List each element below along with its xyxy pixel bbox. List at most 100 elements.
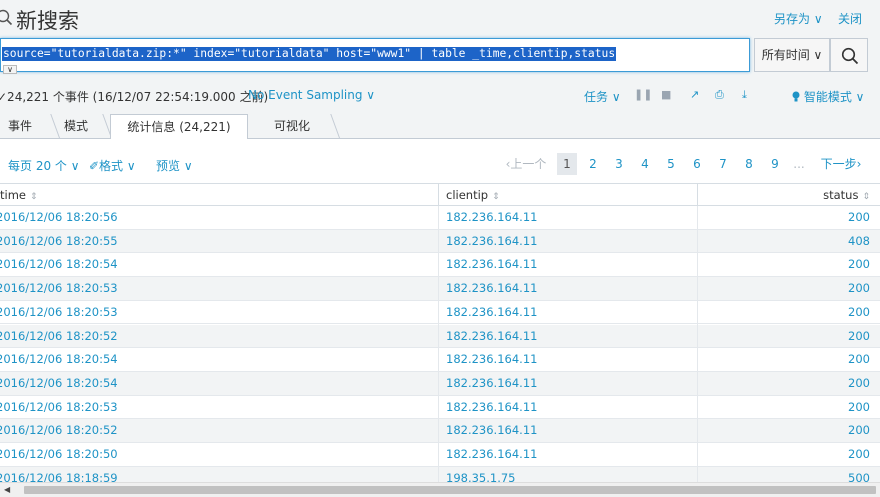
cell-divider: [697, 371, 698, 396]
cell-clientip[interactable]: 182.236.164.11: [446, 230, 537, 253]
cell-status[interactable]: 200: [848, 396, 870, 419]
page-5[interactable]: 5: [661, 153, 681, 175]
cell-clientip[interactable]: 182.236.164.11: [446, 301, 537, 324]
cell-status[interactable]: 200: [848, 372, 870, 395]
cell-time[interactable]: 2016/12/06 18:20:53: [0, 301, 118, 324]
format-dropdown[interactable]: ✐格式 ∨: [89, 157, 136, 174]
cell-time[interactable]: 2016/12/06 18:20:53: [0, 396, 118, 419]
next-page-button[interactable]: 下一步›: [815, 153, 867, 175]
expand-search-toggle[interactable]: ∨: [3, 65, 17, 74]
preview-dropdown[interactable]: 预览 ∨: [156, 157, 193, 174]
column-header-status[interactable]: status ⇕: [823, 184, 870, 206]
scrollbar-thumb[interactable]: [24, 486, 876, 494]
table-row: 2016/12/06 18:20:54 182.236.164.11 200: [0, 253, 880, 278]
cell-time[interactable]: 2016/12/06 18:20:52: [0, 419, 118, 442]
cell-status[interactable]: 408: [848, 230, 870, 253]
cell-time[interactable]: 2016/12/06 18:20:54: [0, 348, 118, 371]
event-sampling-dropdown[interactable]: No Event Sampling ∨: [248, 88, 375, 102]
cell-divider: [697, 324, 698, 349]
cell-status[interactable]: 200: [848, 206, 870, 229]
table-row: 2016/12/06 18:20:54 182.236.164.11 200: [0, 348, 880, 373]
table-row: 2016/12/06 18:20:53 182.236.164.11 200: [0, 300, 880, 325]
per-page-dropdown[interactable]: 每页 20 个 ∨: [8, 157, 80, 174]
page-3[interactable]: 3: [609, 153, 629, 175]
cell-divider: [438, 348, 439, 373]
scroll-left-icon[interactable]: ◀: [4, 485, 10, 494]
event-count: ✓24,221 个事件 (16/12/07 22:54:19.000 之前): [0, 90, 269, 104]
cell-clientip[interactable]: 182.236.164.11: [446, 372, 537, 395]
page-2[interactable]: 2: [583, 153, 603, 175]
cell-status[interactable]: 200: [848, 253, 870, 276]
cell-time[interactable]: 2016/12/06 18:20:50: [0, 443, 118, 466]
cell-divider: [438, 206, 439, 230]
cell-divider: [438, 253, 439, 278]
cell-divider: [438, 277, 439, 302]
cell-status[interactable]: 200: [848, 348, 870, 371]
sort-icon: ⇕: [862, 192, 870, 202]
cell-status[interactable]: 200: [848, 419, 870, 442]
tab-patterns[interactable]: 模式: [52, 114, 113, 140]
cell-clientip[interactable]: 182.236.164.11: [446, 206, 537, 229]
cell-status[interactable]: 200: [848, 443, 870, 466]
pagination-ellipsis: ...: [793, 157, 805, 171]
cell-clientip[interactable]: 182.236.164.11: [446, 325, 537, 348]
sort-icon: ⇕: [29, 192, 38, 202]
cell-divider: [697, 395, 698, 420]
cell-time[interactable]: 2016/12/06 18:20:52: [0, 325, 118, 348]
share-icon[interactable]: ↗: [690, 88, 699, 101]
cell-clientip[interactable]: 182.236.164.11: [446, 396, 537, 419]
cell-status[interactable]: 200: [848, 277, 870, 300]
pause-icon[interactable]: ❚❚: [634, 88, 652, 101]
cell-divider: [438, 300, 439, 325]
page-title: 新搜索: [16, 9, 79, 33]
cell-clientip[interactable]: 182.236.164.11: [446, 348, 537, 371]
horizontal-scrollbar[interactable]: ◀: [0, 482, 880, 497]
cell-divider: [438, 371, 439, 396]
search-mode-dropdown[interactable]: 智能模式 ∨: [792, 88, 864, 105]
search-mode-label: 智能模式 ∨: [803, 90, 865, 104]
page-8[interactable]: 8: [739, 153, 759, 175]
tab-patterns-label: 模式: [63, 119, 88, 133]
prev-page-button[interactable]: ‹上一个: [504, 153, 548, 175]
column-header-time[interactable]: time ⇕: [0, 184, 38, 206]
time-range-picker[interactable]: 所有时间 ∨: [754, 38, 830, 72]
print-icon[interactable]: ⎙: [715, 88, 724, 102]
cell-time[interactable]: 2016/12/06 18:20:56: [0, 206, 118, 229]
cell-divider: [438, 443, 439, 467]
page-7[interactable]: 7: [713, 153, 733, 175]
cell-time[interactable]: 2016/12/06 18:20:53: [0, 277, 118, 300]
column-status-label: status: [823, 188, 859, 202]
tab-statistics[interactable]: 统计信息 (24,221): [110, 114, 248, 140]
search-button[interactable]: [830, 38, 868, 72]
stop-icon[interactable]: ■: [661, 88, 671, 101]
cell-clientip[interactable]: 182.236.164.11: [446, 419, 537, 442]
job-menu[interactable]: 任务 ∨: [584, 88, 621, 105]
page-4[interactable]: 4: [635, 153, 655, 175]
cell-time[interactable]: 2016/12/06 18:20:54: [0, 253, 118, 276]
table-row: 2016/12/06 18:20:53 182.236.164.11 200: [0, 395, 880, 420]
cell-clientip[interactable]: 182.236.164.11: [446, 277, 537, 300]
export-icon[interactable]: ⤓: [742, 88, 747, 102]
page-9[interactable]: 9: [765, 153, 785, 175]
close-button[interactable]: 关闭: [838, 10, 862, 27]
cell-clientip[interactable]: 182.236.164.11: [446, 443, 537, 466]
cell-time[interactable]: 2016/12/06 18:20:54: [0, 372, 118, 395]
save-as-menu[interactable]: 另存为 ∨: [774, 10, 823, 27]
cell-divider: [697, 300, 698, 325]
tab-events[interactable]: 事件: [0, 114, 61, 140]
cell-clientip[interactable]: 182.236.164.11: [446, 253, 537, 276]
cell-time[interactable]: 2016/12/06 18:20:55: [0, 230, 118, 253]
tab-visualization[interactable]: 可视化: [256, 114, 341, 140]
tab-events-label: 事件: [7, 119, 32, 133]
search-query-text[interactable]: source="tutorialdata.zip:*" index="tutor…: [2, 47, 617, 61]
page-6[interactable]: 6: [687, 153, 707, 175]
cell-status[interactable]: 200: [848, 301, 870, 324]
table-row: 2016/12/06 18:20:52 182.236.164.11 200: [0, 419, 880, 444]
cell-status[interactable]: 200: [848, 325, 870, 348]
page-1[interactable]: 1: [557, 153, 577, 175]
magnifier-icon: [841, 47, 859, 65]
search-input[interactable]: source="tutorialdata.zip:*" index="tutor…: [0, 38, 750, 74]
table-row: 2016/12/06 18:20:55 182.236.164.11 408: [0, 229, 880, 254]
column-header-clientip[interactable]: clientip ⇕: [446, 184, 500, 206]
cell-divider: [697, 253, 698, 278]
